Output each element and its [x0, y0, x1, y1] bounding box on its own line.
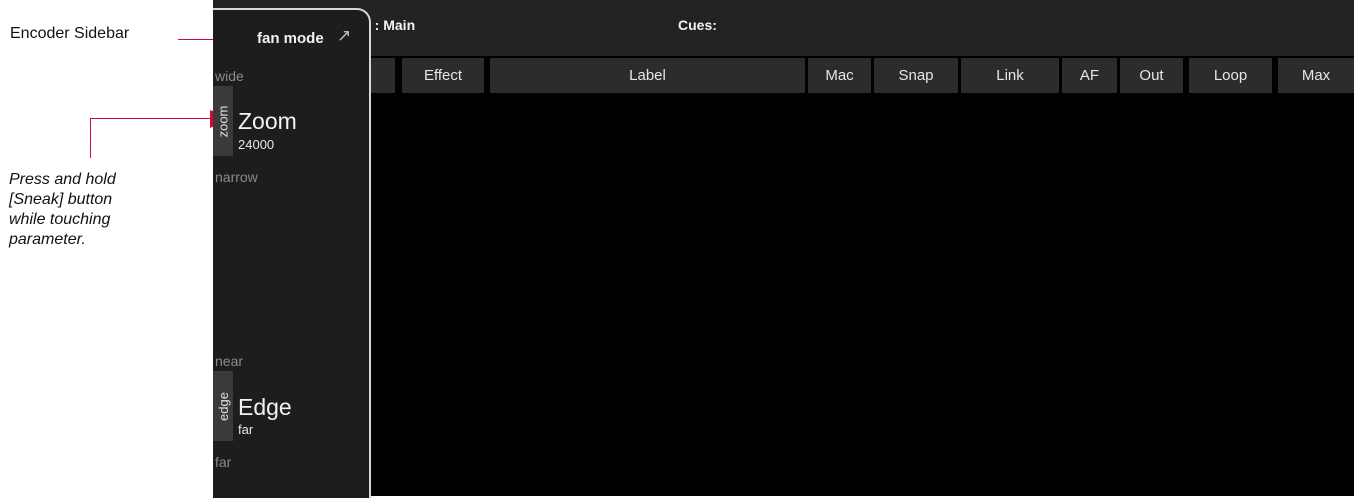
column-header-label-text: Label — [629, 67, 666, 84]
zoom-range-top-label: wide — [215, 68, 244, 84]
encoder-sidebar-callout: Encoder Sidebar — [10, 25, 130, 42]
column-header-label: Snap — [898, 67, 934, 84]
column-header-snap[interactable]: Snap — [874, 58, 958, 93]
zoom-parameter-value: 24000 — [238, 137, 275, 152]
edge-range-top-label: near — [215, 353, 244, 369]
column-header-label: Mac — [825, 67, 854, 84]
column-header-label: Link — [996, 67, 1024, 84]
column-header-effect[interactable]: Effect — [402, 58, 484, 93]
column-header-row: e Effect Label Mac Snap Link AF Out Loop… — [213, 58, 1354, 93]
zoom-range-bottom-label: narrow — [215, 169, 258, 185]
column-header-label: AF — [1079, 67, 1100, 84]
header-bar: k : Main Cues: — [213, 0, 1354, 56]
column-header-max[interactable]: Max — [1278, 58, 1354, 93]
sneak-instruction-note: Press and hold [Sneak] button while touc… — [9, 171, 116, 248]
column-header-label[interactable]: Label — [490, 58, 805, 93]
edge-range-bottom-label: far — [215, 454, 232, 470]
column-header-label: Effect — [423, 67, 463, 84]
note-leader-line — [90, 118, 91, 158]
column-header-loop[interactable]: Loop — [1189, 58, 1272, 93]
edge-parameter-tab[interactable]: edge — [213, 371, 233, 441]
zoom-parameter-tab[interactable]: zoom — [213, 86, 233, 156]
note-leader-line-horizontal — [90, 118, 216, 119]
cues-label: Cues: — [678, 17, 717, 33]
cue-list-app: k : Main Cues: e Effect Label Mac Snap L… — [213, 0, 1354, 496]
edge-tab-label: edge — [215, 391, 231, 421]
zoom-tab-label: zoom — [215, 105, 231, 137]
column-header-label: Loop — [1213, 67, 1248, 84]
column-header-label: Max — [1301, 67, 1331, 84]
edge-parameter-name[interactable]: Edge — [238, 394, 292, 421]
column-header-link[interactable]: Link — [961, 58, 1059, 93]
column-header-out[interactable]: Out — [1120, 58, 1183, 93]
zoom-parameter-name[interactable]: Zoom — [238, 108, 297, 135]
fan-mode-button[interactable]: fan mode — [257, 30, 324, 47]
column-header-af[interactable]: AF — [1062, 58, 1117, 93]
column-header-mac[interactable]: Mac — [808, 58, 871, 93]
diagonal-arrow-icon[interactable]: ↗ — [337, 26, 351, 46]
column-header-label: Out — [1139, 67, 1164, 84]
encoder-sidebar: fan mode ↗ wide zoom Zoom 24000 narrow n… — [213, 8, 371, 498]
edge-parameter-value: far — [238, 422, 254, 437]
